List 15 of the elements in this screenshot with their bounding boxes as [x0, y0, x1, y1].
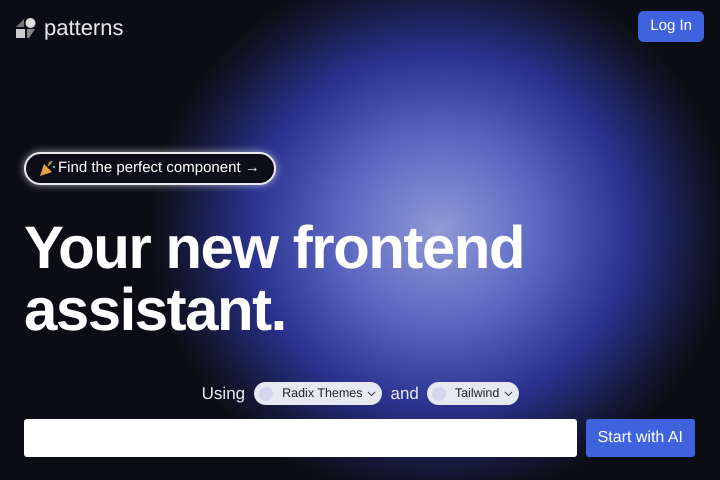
brand-name: patterns	[44, 16, 124, 38]
start-with-ai-button[interactable]: Start with AI	[586, 418, 695, 456]
using-label: Using	[202, 383, 246, 405]
and-label: and	[390, 383, 419, 405]
headline-line: Your new frontend	[24, 217, 524, 279]
prompt-field[interactable]	[24, 418, 577, 456]
headline-line: assistant.	[24, 279, 286, 341]
chevron-down-icon	[367, 390, 376, 397]
stack-dropdown[interactable]: Radix Themes	[254, 382, 382, 406]
chevron-down-icon	[504, 390, 514, 397]
login-button[interactable]: Log In	[638, 11, 704, 42]
stack-dropdown[interactable]: Tailwind	[426, 382, 520, 406]
announcement-pill[interactable]: Find the perfect component →	[24, 152, 276, 185]
party-popper-icon	[39, 160, 56, 177]
logo-icon	[16, 17, 37, 38]
